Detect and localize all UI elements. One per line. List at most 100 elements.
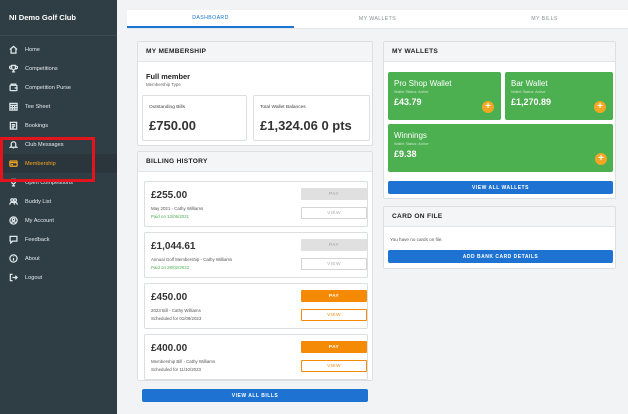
- sidebar-nav: Home Competitions Competition Purse Tee …: [0, 36, 117, 287]
- sidebar-item-membership[interactable]: Membership: [0, 154, 117, 173]
- pay-button[interactable]: PAY: [301, 341, 367, 353]
- billing-history-header: BILLING HISTORY: [138, 152, 372, 172]
- wallet-balances-label: Total Wallet Balances: [260, 105, 306, 110]
- wallet-tile-bar[interactable]: Bar Wallet Wallet Status: Active £1,270.…: [505, 72, 613, 120]
- pay-button[interactable]: PAY: [301, 239, 367, 251]
- tab-dashboard[interactable]: DASHBOARD: [127, 10, 294, 28]
- sidebar-item-competitions[interactable]: Competitions: [0, 59, 117, 78]
- bill-item: £450.00 2023 Bill - Cathy Williams Sched…: [144, 283, 368, 329]
- bill-description: 2023 Bill - Cathy Williams: [151, 308, 201, 313]
- club-name: NI Demo Golf Club: [0, 0, 117, 36]
- billing-history-card: BILLING HISTORY £255.00 May 2021 - Cathy…: [137, 151, 373, 402]
- bill-description: May 2021 - Cathy Williams: [151, 206, 204, 211]
- group-icon: [8, 196, 19, 207]
- wallet-tile-winnings[interactable]: Winnings Wallet Status: Active £9.38 +: [388, 124, 613, 172]
- bill-status: Paid on 28/02/2022: [151, 265, 190, 270]
- sidebar-item-label: About: [25, 255, 40, 262]
- bill-status: Scheduled for 01/09/2023: [151, 316, 202, 321]
- trophy-icon: [8, 63, 19, 74]
- sidebar-item-club-messages[interactable]: Club Messages: [0, 135, 117, 154]
- sidebar-item-label: My Account: [25, 217, 54, 224]
- sidebar-item-bookings[interactable]: Bookings: [0, 116, 117, 135]
- wallet-balances-box: Total Wallet Balances £1,324.06 0 pts: [253, 95, 370, 141]
- add-funds-icon[interactable]: +: [594, 101, 606, 113]
- membership-type-label: Membership Type: [146, 82, 181, 87]
- bill-amount: £1,044.61: [151, 241, 196, 252]
- user-icon: [8, 215, 19, 226]
- view-button[interactable]: VIEW: [301, 360, 367, 372]
- view-all-wallets-button[interactable]: VIEW ALL WALLETS: [388, 181, 613, 194]
- bill-item: £400.00 Membership Bill - Cathy Williams…: [144, 334, 368, 380]
- sidebar-item-buddy-list[interactable]: Buddy List: [0, 192, 117, 211]
- membership-header: MY MEMBERSHIP: [138, 42, 372, 62]
- add-funds-icon[interactable]: +: [595, 153, 607, 165]
- wallet-status: Wallet Status: Active: [511, 90, 546, 94]
- sidebar-item-label: Bookings: [25, 122, 49, 129]
- wallet-tile-pro-shop[interactable]: Pro Shop Wallet Wallet Status: Active £4…: [388, 72, 501, 120]
- wallet-name: Pro Shop Wallet: [394, 79, 452, 88]
- sidebar-item-label: Tee Sheet: [25, 103, 51, 110]
- pay-button[interactable]: PAY: [301, 188, 367, 200]
- bill-amount: £255.00: [151, 190, 188, 201]
- wallet-balance: £43.79: [394, 97, 422, 107]
- sidebar-item-label: Buddy List: [25, 198, 52, 205]
- card-icon: [8, 158, 19, 169]
- view-button[interactable]: VIEW: [301, 207, 367, 219]
- add-bank-card-button[interactable]: ADD BANK CARD DETAILS: [388, 250, 613, 263]
- sidebar-item-label: Feedback: [25, 236, 50, 243]
- wallet-status: Wallet Status: Active: [394, 142, 429, 146]
- sidebar-item-open-competitions[interactable]: Open Competitions: [0, 173, 117, 192]
- bookings-icon: [8, 120, 19, 131]
- card-on-file-header: CARD ON FILE: [384, 207, 615, 227]
- sidebar-item-home[interactable]: Home: [0, 40, 117, 59]
- trophy-icon: [8, 177, 19, 188]
- membership-card: MY MEMBERSHIP Full member Membership Typ…: [137, 41, 373, 146]
- purse-icon: [8, 82, 19, 93]
- wallets-card: MY WALLETS Pro Shop Wallet Wallet Status…: [383, 41, 616, 199]
- wallet-balances-value: £1,324.06 0 pts: [260, 118, 352, 133]
- outstanding-bills-label: Outstanding Bills: [149, 105, 185, 110]
- view-button[interactable]: VIEW: [301, 309, 367, 321]
- bill-amount: £400.00: [151, 343, 188, 354]
- wallet-status: Wallet Status: Active: [394, 90, 429, 94]
- outstanding-bills-box: Outstanding Bills £750.00: [142, 95, 247, 141]
- sidebar-item-label: Open Competitions: [25, 179, 73, 186]
- view-button[interactable]: VIEW: [301, 258, 367, 270]
- home-icon: [8, 44, 19, 55]
- sidebar-item-label: Logout: [25, 274, 43, 281]
- view-all-bills-button[interactable]: VIEW ALL BILLS: [142, 389, 368, 402]
- bell-icon: [8, 139, 19, 150]
- chat-icon: [8, 234, 19, 245]
- sidebar-item-label: Membership: [25, 160, 56, 167]
- bill-status: Paid on 13/06/2021: [151, 214, 190, 219]
- bill-status: Scheduled for 11/10/2023: [151, 367, 201, 372]
- sidebar-item-about[interactable]: About: [0, 249, 117, 268]
- wallets-header: MY WALLETS: [384, 42, 615, 62]
- wallet-balance: £1,270.89: [511, 97, 552, 107]
- outstanding-bills-value: £750.00: [149, 118, 196, 133]
- logout-icon: [8, 272, 19, 283]
- wallet-name: Winnings: [394, 131, 427, 140]
- add-funds-icon[interactable]: +: [482, 101, 494, 113]
- tab-bar: DASHBOARD MY WALLETS MY BILLS: [127, 10, 628, 29]
- tab-my-wallets[interactable]: MY WALLETS: [294, 10, 461, 28]
- sidebar-item-feedback[interactable]: Feedback: [0, 230, 117, 249]
- sidebar-item-label: Competition Purse: [25, 84, 72, 91]
- wallet-name: Bar Wallet: [511, 79, 548, 88]
- tab-my-bills[interactable]: MY BILLS: [461, 10, 628, 28]
- sidebar-item-competition-purse[interactable]: Competition Purse: [0, 78, 117, 97]
- sidebar-item-label: Competitions: [25, 65, 58, 72]
- sidebar-item-my-account[interactable]: My Account: [0, 211, 117, 230]
- calendar-icon: [8, 101, 19, 112]
- sidebar-item-label: Club Messages: [25, 141, 64, 148]
- sidebar-item-label: Home: [25, 46, 40, 53]
- no-cards-message: You have no cards on file.: [390, 237, 443, 242]
- bill-item: £255.00 May 2021 - Cathy Williams Paid o…: [144, 181, 368, 227]
- pay-button[interactable]: PAY: [301, 290, 367, 302]
- sidebar: NI Demo Golf Club Home Competitions Comp…: [0, 0, 117, 414]
- sidebar-item-tee-sheet[interactable]: Tee Sheet: [0, 97, 117, 116]
- card-on-file-card: CARD ON FILE You have no cards on file. …: [383, 206, 616, 269]
- wallet-balance: £9.38: [394, 149, 417, 159]
- bill-description: Membership Bill - Cathy Williams: [151, 359, 216, 364]
- sidebar-item-logout[interactable]: Logout: [0, 268, 117, 287]
